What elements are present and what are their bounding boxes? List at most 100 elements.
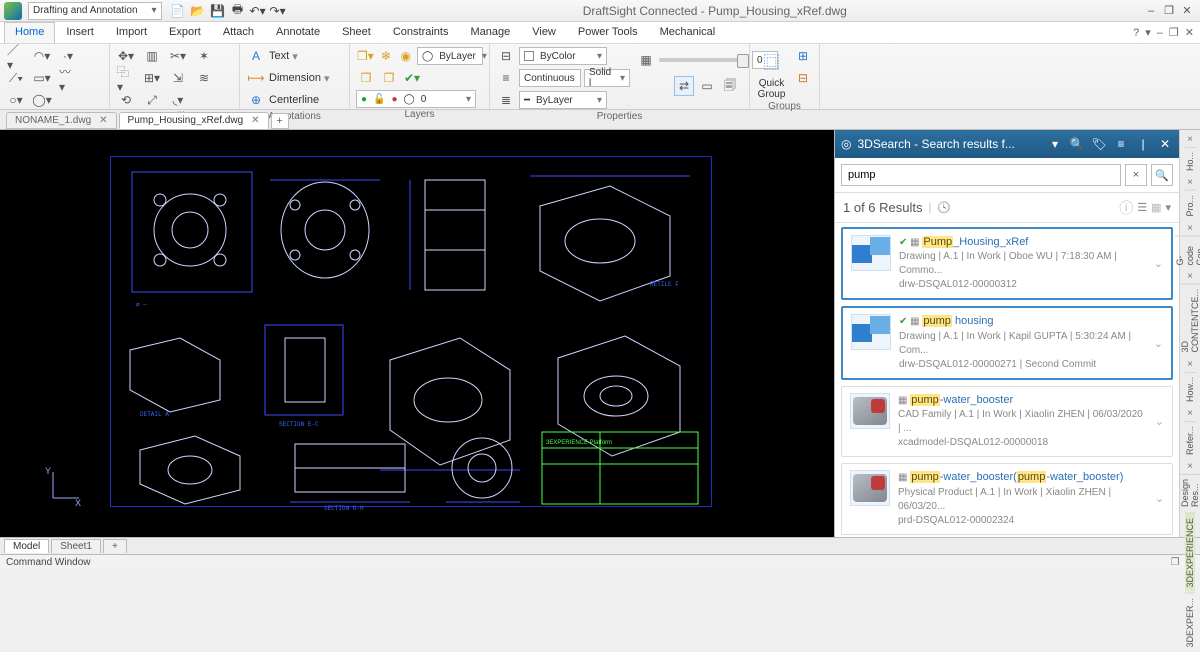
close-icon[interactable]: × <box>1183 134 1197 145</box>
search-button[interactable]: 🔍 <box>1151 164 1173 186</box>
text-icon[interactable]: A <box>246 46 266 66</box>
layer-icon[interactable]: ❒ <box>356 68 376 88</box>
search-input[interactable] <box>841 164 1121 186</box>
linetype-icon[interactable]: ≡ <box>496 68 516 88</box>
chevron-down-icon[interactable]: ▾ <box>292 50 298 63</box>
side-tab[interactable]: Pro... <box>1185 190 1195 221</box>
layer-combo[interactable]: ●🔓●◯0▾ <box>356 90 476 108</box>
linetype-combo[interactable]: Continuous <box>519 69 581 87</box>
close-icon[interactable]: ✕ <box>251 115 259 126</box>
file-tab[interactable]: NONAME_1.dwg✕ <box>6 112 117 129</box>
close-icon[interactable]: × <box>1183 359 1197 370</box>
tab-attach[interactable]: Attach <box>212 22 265 43</box>
result-card[interactable]: ▦ pump-water_boosterCAD Family | A.1 | I… <box>841 386 1173 457</box>
redo-icon[interactable]: ↷▾ <box>270 3 286 19</box>
result-card[interactable]: ✔ ▦ pump housingDrawing | A.1 | In Work … <box>841 306 1173 379</box>
tab-annotate[interactable]: Annotate <box>265 22 331 43</box>
array-icon[interactable]: ⊞▾ <box>142 68 162 88</box>
spline-tool-icon[interactable]: 〰▾ <box>58 68 78 88</box>
side-tab[interactable]: 3DEXPER... <box>1185 593 1195 652</box>
dimension-icon[interactable]: ⟼ <box>246 68 266 88</box>
tab-import[interactable]: Import <box>105 22 158 43</box>
side-tab[interactable]: Ho... <box>1185 147 1195 175</box>
mirror-icon[interactable]: ▥ <box>142 46 162 66</box>
layer-freeze-icon[interactable]: ❄ <box>378 46 395 66</box>
clear-icon[interactable]: × <box>1125 164 1147 186</box>
match-props-icon[interactable]: ⇄ <box>674 76 694 96</box>
lw-icon[interactable]: ≣ <box>496 90 516 110</box>
offset-icon[interactable]: ≋ <box>194 68 214 88</box>
open-icon[interactable]: 📂 <box>190 3 206 19</box>
side-tab[interactable]: Design Res... <box>1180 474 1200 511</box>
sheet-tab[interactable]: Sheet1 <box>51 539 101 553</box>
add-tab-button[interactable]: + <box>271 113 289 129</box>
tab-mechanical[interactable]: Mechanical <box>649 22 727 43</box>
grid-view-icon[interactable]: ▦ <box>1151 201 1161 214</box>
chevron-down-icon[interactable]: ⌄ <box>1155 415 1164 428</box>
quick-group-icon[interactable]: ⿴ <box>757 46 787 76</box>
side-tab[interactable]: Refer... <box>1185 421 1195 459</box>
rect-tool-icon[interactable]: ▭▾ <box>32 68 52 88</box>
result-card[interactable]: ▦ pump-water_booster(pump-water_booster)… <box>841 463 1173 534</box>
props-pane-icon[interactable]: ▭ <box>697 76 717 96</box>
extend-icon[interactable]: ⇲ <box>168 68 188 88</box>
tab-constraints[interactable]: Constraints <box>382 22 460 43</box>
close-icon[interactable]: × <box>1183 177 1197 188</box>
tab-insert[interactable]: Insert <box>55 22 105 43</box>
props-icon[interactable]: ⊟ <box>496 46 516 66</box>
tab-view[interactable]: View <box>521 22 567 43</box>
doc-close-button[interactable]: ✕ <box>1185 26 1194 39</box>
command-window[interactable]: Command Window ❐✕ <box>0 554 1200 570</box>
side-tab[interactable]: 3D CONTENTCE... <box>1180 284 1200 357</box>
close-icon[interactable]: × <box>1183 408 1197 419</box>
doc-minimize-button[interactable]: – <box>1157 27 1163 39</box>
dock-icon[interactable]: ❐ <box>1171 557 1180 568</box>
layer-check-icon[interactable]: ✔▾ <box>402 68 422 88</box>
props-more-icon[interactable]: 🗐 <box>720 76 740 96</box>
side-tab[interactable]: G-code Gen... <box>1175 236 1200 270</box>
transparency-slider[interactable] <box>659 58 749 62</box>
tab-manage[interactable]: Manage <box>459 22 521 43</box>
ellipse-tool-icon[interactable]: ◯▾ <box>32 90 52 110</box>
chevron-down-icon[interactable]: ▾ <box>324 72 330 85</box>
fillet-icon[interactable]: ◟▾ <box>168 90 188 110</box>
linestyle-combo[interactable]: Solid l▾ <box>584 69 630 87</box>
add-sheet-button[interactable]: + <box>103 539 127 553</box>
layer-visibility-combo[interactable]: ◯ByLayer▾ <box>417 47 483 65</box>
line-tool-icon[interactable]: ／▾ <box>6 46 26 66</box>
chevron-down-icon[interactable]: ▾ <box>1165 201 1171 214</box>
sheet-tab-model[interactable]: Model <box>4 539 49 553</box>
chevron-down-icon[interactable]: ⌄ <box>1155 492 1164 505</box>
explode-icon[interactable]: ✶ <box>194 46 214 66</box>
clock-icon[interactable]: 🕓 <box>937 201 951 214</box>
menu-icon[interactable]: ≡ <box>1113 137 1129 151</box>
layer-stack-icon[interactable]: ❒▾ <box>356 46 375 66</box>
transparency-icon[interactable]: ▦ <box>636 50 656 70</box>
close-icon[interactable]: ✕ <box>99 115 107 126</box>
chevron-down-icon[interactable]: ⌄ <box>1154 337 1163 350</box>
restore-button[interactable]: ❐ <box>1162 4 1176 17</box>
side-tab[interactable]: How... <box>1185 372 1195 406</box>
group-rem-icon[interactable]: ⊟ <box>793 68 813 88</box>
side-tab-active[interactable]: 3DEXPERIENCE <box>1185 513 1195 592</box>
polyline-tool-icon[interactable]: ⟋▾ <box>6 68 26 88</box>
info-icon[interactable]: ⓘ <box>1119 198 1133 218</box>
arc-tool-icon[interactable]: ◠▾ <box>32 46 52 66</box>
layer-off-icon[interactable]: ◉ <box>397 46 414 66</box>
close-icon[interactable]: × <box>1183 223 1197 234</box>
tag-icon[interactable]: 🏷 <box>1091 137 1107 151</box>
search-icon[interactable]: 🔍 <box>1069 137 1085 151</box>
minimize-button[interactable]: – <box>1144 5 1158 17</box>
workspace-selector[interactable]: Drafting and Annotation ▾ <box>28 2 162 20</box>
close-button[interactable]: ✕ <box>1180 4 1194 17</box>
print-icon[interactable]: 🖶 <box>230 3 246 19</box>
drawing-canvas[interactable]: ⌀ — RETILE F DETAIL A SECTION E-C SECTIO… <box>0 130 834 537</box>
circle-tool-icon[interactable]: ○▾ <box>6 90 26 110</box>
result-card[interactable]: ✔ ▦ Pump_Housing_xRefDrawing | A.1 | In … <box>841 227 1173 300</box>
close-icon[interactable]: × <box>1183 271 1197 282</box>
new-icon[interactable]: 📄 <box>170 3 186 19</box>
tab-sheet[interactable]: Sheet <box>331 22 382 43</box>
layer-icon[interactable]: ❒ <box>379 68 399 88</box>
group-add-icon[interactable]: ⊞ <box>793 46 813 66</box>
chevron-down-icon[interactable]: ⌄ <box>1154 257 1163 270</box>
